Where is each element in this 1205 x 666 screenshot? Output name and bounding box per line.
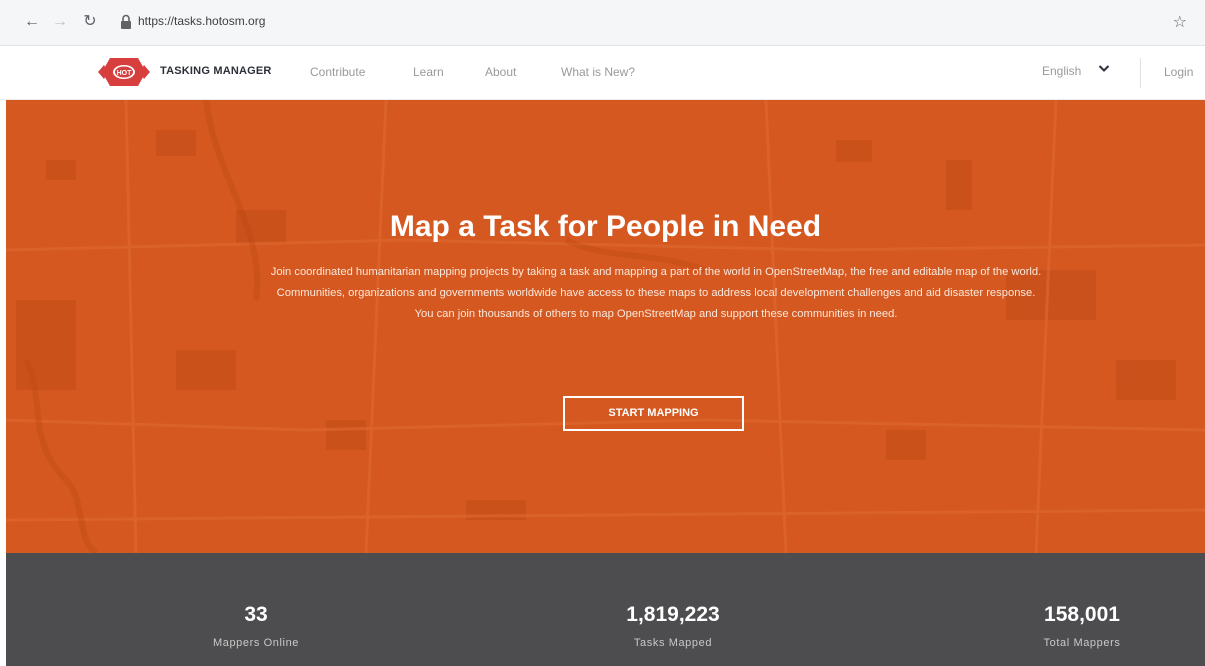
stat-mappers-online: 33 Mappers Online bbox=[146, 603, 366, 649]
nav-about[interactable]: About bbox=[485, 65, 516, 79]
stat-label: Tasks Mapped bbox=[633, 637, 713, 649]
stats-section: 33 Mappers Online 1,819,223 Tasks Mapped… bbox=[6, 553, 1205, 666]
browser-toolbar: ← → ↻ https://tasks.hotosm.org ☆ bbox=[0, 0, 1205, 46]
nav-contribute[interactable]: Contribute bbox=[310, 65, 365, 79]
header-divider bbox=[1140, 58, 1141, 88]
brand-name[interactable]: TASKING MANAGER bbox=[160, 65, 272, 77]
stat-value: 1,819,223 bbox=[626, 603, 720, 626]
hero-title: Map a Task for People in Need bbox=[389, 210, 822, 243]
stat-value: 158,001 bbox=[1044, 603, 1120, 626]
logo-text: HOT bbox=[117, 70, 133, 77]
hero-description: Join coordinated humanitarian mapping pr… bbox=[270, 266, 1042, 320]
login-link[interactable]: Login bbox=[1164, 65, 1193, 79]
arrow-right-icon[interactable]: → bbox=[50, 12, 70, 32]
map-background bbox=[6, 100, 1205, 553]
address-bar[interactable]: https://tasks.hotosm.org bbox=[138, 14, 265, 28]
stat-tasks-mapped: 1,819,223 Tasks Mapped bbox=[563, 603, 783, 649]
hero-section: Map a Task for People in Need Join coord… bbox=[6, 100, 1205, 553]
lock-icon bbox=[121, 14, 131, 29]
start-mapping-button[interactable]: START MAPPING bbox=[563, 396, 744, 431]
language-select[interactable]: English bbox=[1042, 64, 1081, 78]
chevron-down-icon[interactable] bbox=[1098, 62, 1110, 74]
site-header: HOT TASKING MANAGER Contribute Learn Abo… bbox=[0, 46, 1205, 100]
nav-learn[interactable]: Learn bbox=[413, 65, 444, 79]
stat-label: Total Mappers bbox=[1043, 637, 1121, 649]
nav-whats-new[interactable]: What is New? bbox=[561, 65, 635, 79]
reload-icon[interactable]: ↻ bbox=[80, 12, 100, 32]
stat-total-mappers: 158,001 Total Mappers bbox=[972, 603, 1192, 649]
star-icon[interactable]: ☆ bbox=[1173, 12, 1187, 32]
stat-value: 33 bbox=[244, 603, 268, 626]
stat-label: Mappers Online bbox=[212, 637, 300, 649]
hot-logo[interactable]: HOT bbox=[98, 54, 150, 90]
arrow-left-icon[interactable]: ← bbox=[22, 12, 42, 32]
